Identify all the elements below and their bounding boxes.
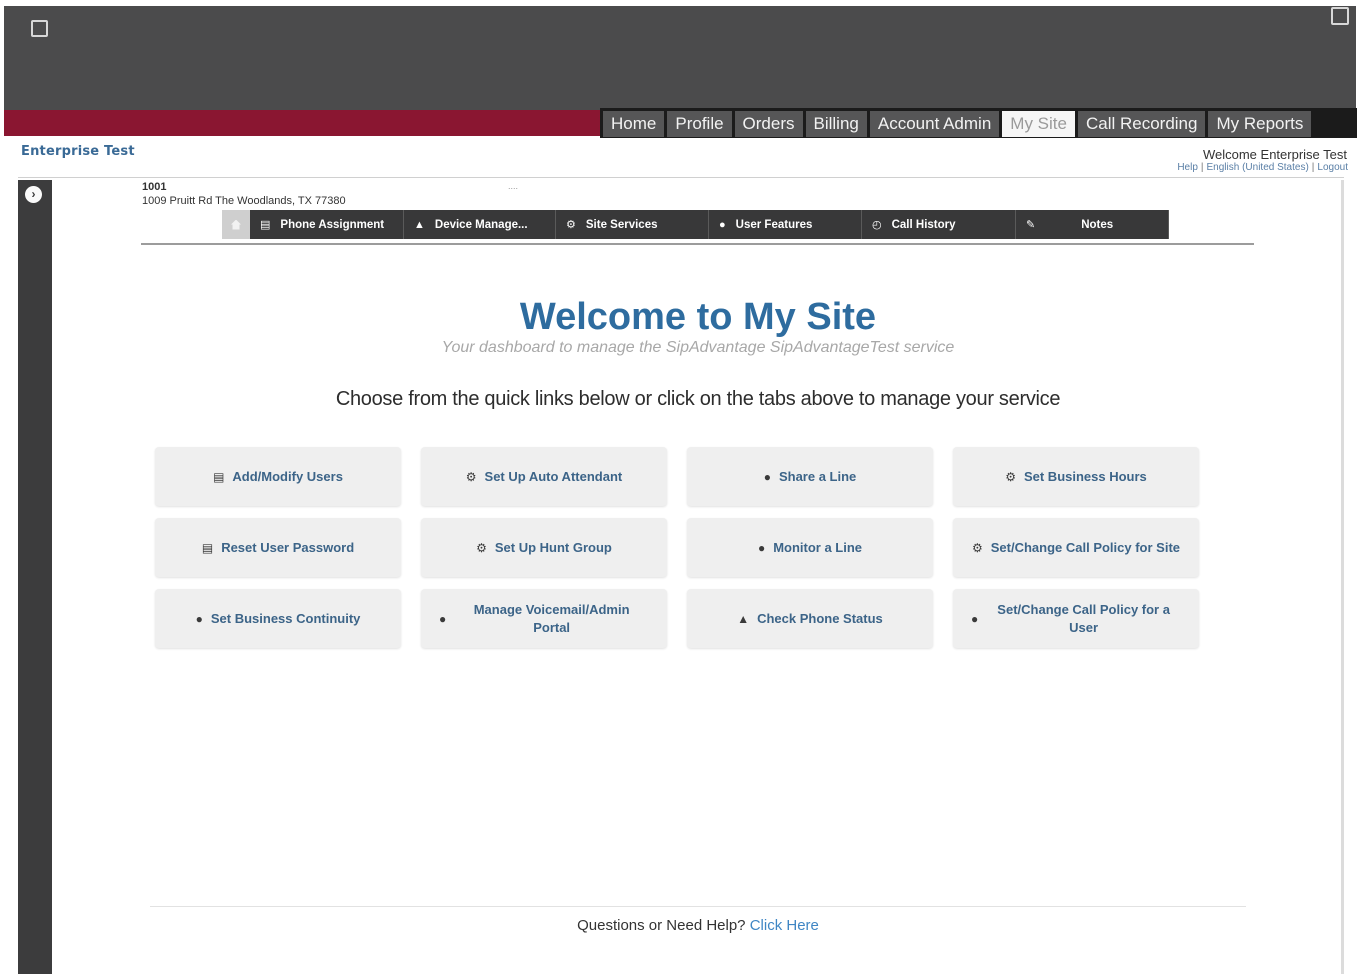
quick-link-label: Manage Voicemail/Admin Portal: [473, 601, 630, 635]
footer-question: Questions or Need Help?: [577, 917, 746, 934]
tab-phone-assignment[interactable]: ▤ Phone Assignment: [250, 210, 404, 239]
site-number: 1001: [142, 181, 167, 193]
nav-tab-home[interactable]: Home: [603, 111, 665, 137]
nav-tab-call-recording[interactable]: Call Recording: [1077, 111, 1206, 137]
tab-label: Phone Assignment: [280, 218, 385, 231]
user-icon: ●: [763, 469, 771, 484]
set-business-continuity-button[interactable]: ● Set Business Continuity: [155, 589, 401, 648]
quick-link-label: Check Phone Status: [757, 610, 883, 626]
site-home-tab[interactable]: [222, 210, 250, 239]
page-title: Welcome to My Site: [519, 296, 877, 338]
tab-label: Site Services: [585, 218, 658, 231]
header-links: Help | English (United States) | Logout: [1177, 162, 1348, 173]
click-here-link[interactable]: Click Here: [750, 917, 819, 934]
user-icon: ●: [439, 611, 447, 626]
bell-icon: ▲: [414, 218, 425, 231]
gear-icon: ⚙: [971, 540, 983, 555]
nav-tab-account-admin[interactable]: Account Admin: [869, 111, 1000, 137]
main-nav: Home Profile Orders Billing Account Admi…: [600, 108, 1357, 138]
tab-label: Call History: [891, 218, 956, 231]
more-dots: ....: [508, 181, 519, 191]
user-icon: ●: [971, 611, 979, 626]
tab-label: User Features: [735, 218, 813, 231]
footer-help: Questions or Need Help? Click Here: [0, 917, 1357, 934]
gear-icon: ⚙: [476, 540, 487, 555]
tab-user-features[interactable]: ● User Features: [709, 210, 862, 239]
bell-icon: ▲: [737, 611, 750, 626]
page-subtitle: Your dashboard to manage the SipAdvantag…: [441, 339, 955, 356]
top-band: [4, 6, 1356, 110]
set-change-call-policy-site-button[interactable]: ⚙ Set/Change Call Policy for Site: [953, 518, 1199, 577]
list-icon: ▤: [260, 219, 271, 231]
user-icon: ●: [195, 611, 203, 626]
quick-link-label: Share a Line: [778, 468, 857, 484]
quick-link-label: Set Business Hours: [1023, 468, 1147, 484]
nav-tab-profile[interactable]: Profile: [667, 111, 732, 137]
set-business-hours-button[interactable]: ⚙ Set Business Hours: [953, 447, 1199, 506]
quick-link-label: Add/Modify Users: [232, 468, 343, 484]
quick-link-label: Reset User Password: [221, 539, 355, 555]
manage-voicemail-admin-portal-button[interactable]: ● Manage Voicemail/Admin Portal: [421, 589, 667, 648]
tab-label: Device Manage...: [434, 218, 528, 231]
tab-label: Notes: [1081, 218, 1114, 231]
quick-link-label: Set/Change Call Policy for Site: [990, 539, 1181, 555]
monitor-a-line-button[interactable]: ● Monitor a Line: [687, 518, 933, 577]
set-change-call-policy-user-button[interactable]: ● Set/Change Call Policy for a User: [953, 589, 1199, 648]
gear-icon: ⚙: [465, 469, 477, 484]
nav-tab-my-site[interactable]: My Site: [1002, 111, 1075, 137]
list-icon: ▤: [213, 469, 225, 484]
quick-link-label: Monitor a Line: [773, 539, 863, 555]
gear-icon: ⚙: [566, 219, 576, 231]
set-up-hunt-group-button[interactable]: ⚙ Set Up Hunt Group: [421, 518, 667, 577]
help-link[interactable]: Help: [1177, 162, 1198, 173]
quick-link-label: Set Up Hunt Group: [494, 539, 612, 555]
footer-divider: [150, 906, 1246, 907]
user-icon: ●: [719, 218, 726, 231]
set-up-auto-attendant-button[interactable]: ⚙ Set Up Auto Attendant: [421, 447, 667, 506]
logout-link[interactable]: Logout: [1317, 162, 1348, 173]
quick-link-label: Set Up Auto Attendant: [484, 468, 623, 484]
enterprise-name: Enterprise Test: [21, 144, 135, 159]
header-divider: [18, 177, 1344, 178]
quick-link-label: Set/Change Call Policy for a User: [997, 601, 1170, 635]
link-separator: |: [1200, 162, 1204, 173]
quick-links-grid: ▤ Add/Modify Users ⚙ Set Up Auto Attendant…: [155, 447, 1199, 648]
tab-notes[interactable]: ✎ Notes: [1016, 210, 1169, 239]
check-phone-status-button[interactable]: ▲ Check Phone Status: [687, 589, 933, 648]
window-control-right[interactable]: [1331, 7, 1349, 25]
nav-tab-billing[interactable]: Billing: [805, 111, 867, 137]
page-frame: Home Profile Orders Billing Account Admi…: [0, 0, 1357, 974]
window-control-left[interactable]: [31, 20, 48, 37]
share-a-line-button[interactable]: ● Share a Line: [687, 447, 933, 506]
tab-device-management[interactable]: ▲ Device Manage...: [404, 210, 556, 239]
nav-tab-my-reports[interactable]: My Reports: [1208, 111, 1312, 137]
instruction-text: Choose from the quick links below or cli…: [335, 388, 1061, 410]
expand-sidebar-icon[interactable]: ›: [25, 186, 42, 203]
add-modify-users-button[interactable]: ▤ Add/Modify Users: [155, 447, 401, 506]
reset-user-password-button[interactable]: ▤ Reset User Password: [155, 518, 401, 577]
site-tabs: ▤ Phone Assignment ▲ Device Manage... ⚙ …: [222, 210, 1169, 239]
clock-icon: ◴: [872, 219, 882, 231]
language-link[interactable]: English (United States): [1207, 162, 1309, 173]
gear-icon: ⚙: [1005, 469, 1016, 484]
tab-site-services[interactable]: ⚙ Site Services: [556, 210, 709, 239]
site-address: 1009 Pruitt Rd The Woodlands, TX 77380: [142, 195, 346, 207]
nav-tab-orders[interactable]: Orders: [734, 111, 803, 137]
tabs-underline: [141, 243, 1254, 245]
welcome-user-text: Welcome Enterprise Test: [1202, 147, 1347, 162]
tab-call-history[interactable]: ◴ Call History: [862, 210, 1016, 239]
pencil-icon: ✎: [1026, 219, 1036, 231]
quick-link-label: Set Business Continuity: [210, 610, 361, 626]
home-icon: [231, 219, 241, 230]
user-icon: ●: [757, 540, 766, 555]
list-icon: ▤: [201, 540, 214, 555]
